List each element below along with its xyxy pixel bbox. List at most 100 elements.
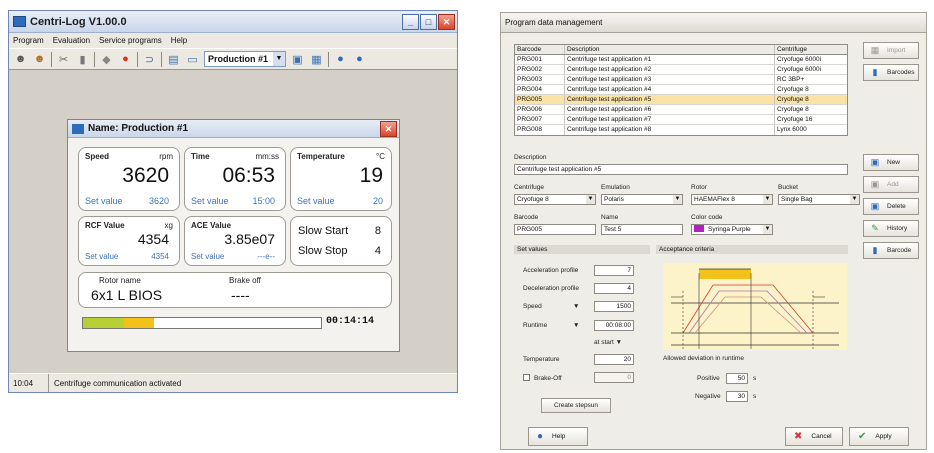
rcf-set-value: 4354 <box>151 252 169 261</box>
ace-panel: ACE Value 3.85e07 Set value ---e-- <box>184 216 286 266</box>
color-code-select[interactable]: Syringa Purple ▼ <box>691 224 773 235</box>
table-row[interactable]: PRG002 Centrifuge test application #2 Cryo… <box>515 65 847 75</box>
brake-off-checkbox[interactable]: Brake-Off <box>523 374 562 382</box>
time-unit: mm:ss <box>255 152 279 161</box>
speed-field[interactable]: 1500 <box>594 301 634 312</box>
rcf-panel: RCF Value xg 4354 Set value 4354 <box>78 216 180 266</box>
add-icon: ▣ <box>870 179 880 189</box>
column-header-centrifuge[interactable]: Centrifuge <box>775 45 847 54</box>
status-text: Centrifuge communication activated <box>54 378 182 388</box>
speed-dropdown-icon[interactable]: ▼ <box>573 303 579 310</box>
menu-evaluation[interactable]: Evaluation <box>53 36 90 45</box>
rotor-select[interactable]: HAEMAFlex 8 ▼ <box>691 194 773 205</box>
table-row[interactable]: PRG008 Centrifuge test application #8 Lynx… <box>515 125 847 135</box>
slow-start-label: Slow Start <box>298 225 349 237</box>
record-icon[interactable]: ● <box>118 52 133 67</box>
delete-button[interactable]: ▣ Delete <box>863 198 919 215</box>
dialog-close-button[interactable]: ✕ <box>380 120 397 137</box>
production-select[interactable]: Production #1 ▼ <box>204 51 286 67</box>
device-icon[interactable]: ▮ <box>75 52 90 67</box>
close-button[interactable]: ✕ <box>438 13 455 30</box>
title-bar[interactable]: Program data management <box>501 13 926 33</box>
info-icon[interactable]: ● <box>333 52 348 67</box>
menu-help[interactable]: Help <box>171 36 187 45</box>
add-button[interactable]: ▣ Add <box>863 176 919 193</box>
checkbox-icon <box>523 374 530 381</box>
emulation-select[interactable]: Polaris ▼ <box>601 194 683 205</box>
centrifuge-select[interactable]: Cryofuge 8 ▼ <box>514 194 596 205</box>
deceleration-label: Deceleration profile <box>523 285 580 292</box>
new-label: New <box>887 159 901 166</box>
emulation-label: Emulation <box>601 184 630 191</box>
users-icon[interactable]: ☻ <box>13 52 28 67</box>
dialog-title-bar[interactable]: Name: Production #1 ✕ <box>68 120 399 138</box>
maximize-button[interactable]: □ <box>420 13 437 30</box>
bucket-select-value: Single Bag <box>781 196 813 203</box>
menu-service-programs[interactable]: Service programs <box>99 36 162 45</box>
production-dialog: Name: Production #1 ✕ Speed rpm 3620 Set… <box>67 119 400 352</box>
table-header: Barcode Description Centrifuge <box>515 45 847 55</box>
barcode-field[interactable]: PRG005 <box>514 224 596 235</box>
window-alt-icon[interactable]: ▭ <box>185 52 200 67</box>
slow-stop-label: Slow Stop <box>298 245 348 257</box>
menu-program[interactable]: Program <box>13 36 44 45</box>
user-group-icon[interactable]: ☻ <box>32 52 47 67</box>
help-button[interactable]: ● Help <box>528 427 588 446</box>
chart-icon[interactable]: ▣ <box>290 52 305 67</box>
temperature-field[interactable]: 20 <box>594 354 634 365</box>
description-field[interactable]: Centrifuge test application #5 <box>514 164 848 175</box>
cell-barcode: PRG004 <box>515 85 565 94</box>
tools-icon[interactable]: ✂ <box>56 52 71 67</box>
help-icon[interactable]: ● <box>352 52 367 67</box>
deceleration-field[interactable]: 4 <box>594 283 634 294</box>
import-button[interactable]: ▦ Import <box>863 42 919 59</box>
speed-panel: Speed rpm 3620 Set value 3620 <box>78 147 180 211</box>
name-field[interactable]: Test 5 <box>601 224 683 235</box>
column-header-barcode[interactable]: Barcode <box>515 45 565 54</box>
title-bar[interactable]: Centri-Log V1.00.0 _ □ ✕ <box>9 11 457 33</box>
table-row[interactable]: PRG003 Centrifuge test application #3 RC 3… <box>515 75 847 85</box>
minimize-button[interactable]: _ <box>402 13 419 30</box>
new-button[interactable]: ▣ New <box>863 154 919 171</box>
negative-field[interactable]: 30 <box>726 391 748 402</box>
report-icon[interactable]: ▦ <box>309 52 324 67</box>
elapsed-timer: 00:14:14 <box>326 316 375 327</box>
hook-icon[interactable]: ⊃ <box>142 52 157 67</box>
emulation-select-value: Polaris <box>604 196 624 203</box>
toolbar-separator <box>137 51 138 67</box>
cell-centrifuge: Cryofuge 16 <box>777 116 813 123</box>
table-row[interactable]: PRG006 Centrifuge test application #6 Cryo… <box>515 105 847 115</box>
barcodes-button[interactable]: ▮ Barcodes <box>863 64 919 81</box>
runtime-field[interactable]: 00:08:00 <box>594 320 634 331</box>
runtime-dropdown-icon[interactable]: ▼ <box>573 322 579 329</box>
brake-off-label: Brake-Off <box>534 375 562 382</box>
temperature-value: 19 <box>359 164 383 187</box>
bucket-select[interactable]: Single Bag ▼ <box>778 194 860 205</box>
create-stepsun-button[interactable]: Create stepsun <box>541 398 611 413</box>
app-icon <box>72 123 84 134</box>
import-icon: ▦ <box>870 45 880 55</box>
speed-set-value: 3620 <box>148 196 169 206</box>
table-row[interactable]: PRG004 Centrifuge test application #4 Cryo… <box>515 85 847 95</box>
negative-label: Negative <box>695 393 721 400</box>
rotor-select-value: HAEMAFlex 8 <box>694 196 735 203</box>
at-start-select[interactable]: at start ▼ <box>594 339 622 346</box>
program-data-window: Program data management Barcode Descript… <box>500 12 927 450</box>
apply-button[interactable]: ✔ Apply <box>849 427 909 446</box>
cancel-button[interactable]: ✖ Cancel <box>785 427 843 446</box>
cell-centrifuge: RC 3BP+ <box>777 76 805 83</box>
barcodes-icon: ▮ <box>872 67 878 77</box>
speed-value: 3620 <box>122 164 169 187</box>
table-row[interactable]: PRG001 Centrifuge test application #1 Cryo… <box>515 55 847 65</box>
window-icon[interactable]: ▤ <box>166 52 181 67</box>
toolbar-separator <box>161 51 162 67</box>
barcode-button[interactable]: ▮ Barcode <box>863 242 919 259</box>
positive-field[interactable]: 50 <box>726 373 748 384</box>
table-row-selected[interactable]: PRG005 Centrifuge test application #5 Cryo… <box>515 95 847 105</box>
column-header-description[interactable]: Description <box>565 45 775 54</box>
history-button[interactable]: ✎ History <box>863 220 919 237</box>
acceleration-field[interactable]: 7 <box>594 265 634 276</box>
table-row[interactable]: PRG007 Centrifuge test application #7 Cryo… <box>515 115 847 125</box>
diamond-icon[interactable]: ◆ <box>99 52 114 67</box>
delete-icon: ▣ <box>870 201 880 211</box>
